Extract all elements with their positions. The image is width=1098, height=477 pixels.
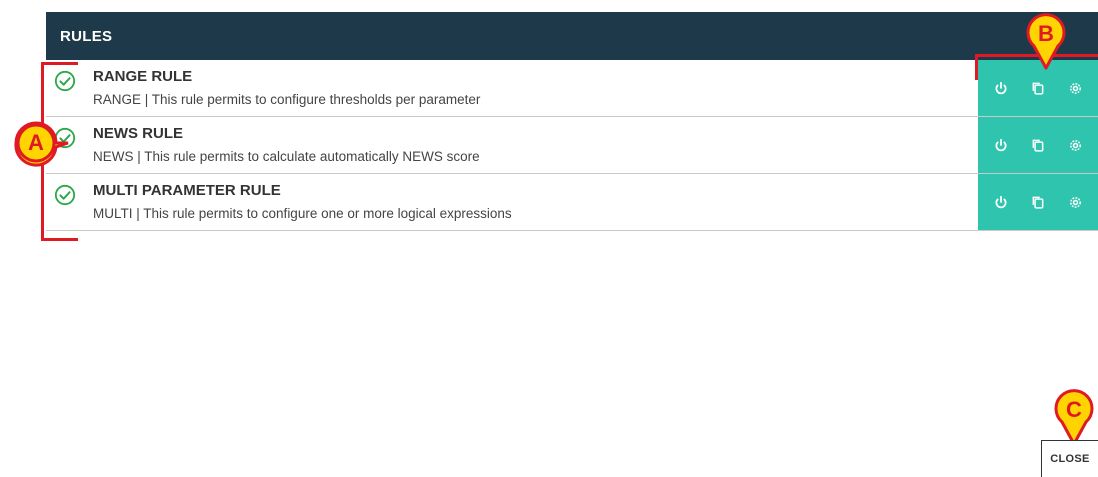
rule-description: NEWS | This rule permits to calculate au… [93,149,480,164]
power-icon[interactable] [989,190,1013,214]
callout-pin-c: C [1054,389,1094,446]
panel-header: RULES [46,12,1098,60]
rule-title: NEWS RULE [93,125,183,142]
callout-label-c: C [1066,397,1082,422]
rule-row-news[interactable]: NEWS RULE NEWS | This rule permits to ca… [46,117,1098,174]
rule-actions [978,174,1098,230]
callout-label-a: A [28,130,44,155]
rule-row-multi[interactable]: MULTI PARAMETER RULE MULTI | This rule p… [46,174,1098,231]
callout-pin-a: A [14,121,69,167]
rules-panel: RULES RANGE RULE RANGE | This rule permi… [46,12,1098,231]
callout-pin-b: B [1026,13,1066,70]
rule-actions [978,117,1098,173]
copy-icon[interactable] [1026,190,1050,214]
rule-description: RANGE | This rule permits to configure t… [93,92,481,107]
close-button-label: CLOSE [1050,453,1090,465]
gear-icon[interactable] [1063,190,1087,214]
copy-icon[interactable] [1026,133,1050,157]
gear-icon[interactable] [1063,133,1087,157]
callout-label-b: B [1038,21,1054,46]
power-icon[interactable] [989,133,1013,157]
rule-description: MULTI | This rule permits to configure o… [93,206,512,221]
rule-title: RANGE RULE [93,68,193,85]
rule-row-range[interactable]: RANGE RULE RANGE | This rule permits to … [46,60,1098,117]
rule-title: MULTI PARAMETER RULE [93,182,281,199]
close-button[interactable]: CLOSE [1041,440,1098,477]
panel-title: RULES [60,27,113,45]
